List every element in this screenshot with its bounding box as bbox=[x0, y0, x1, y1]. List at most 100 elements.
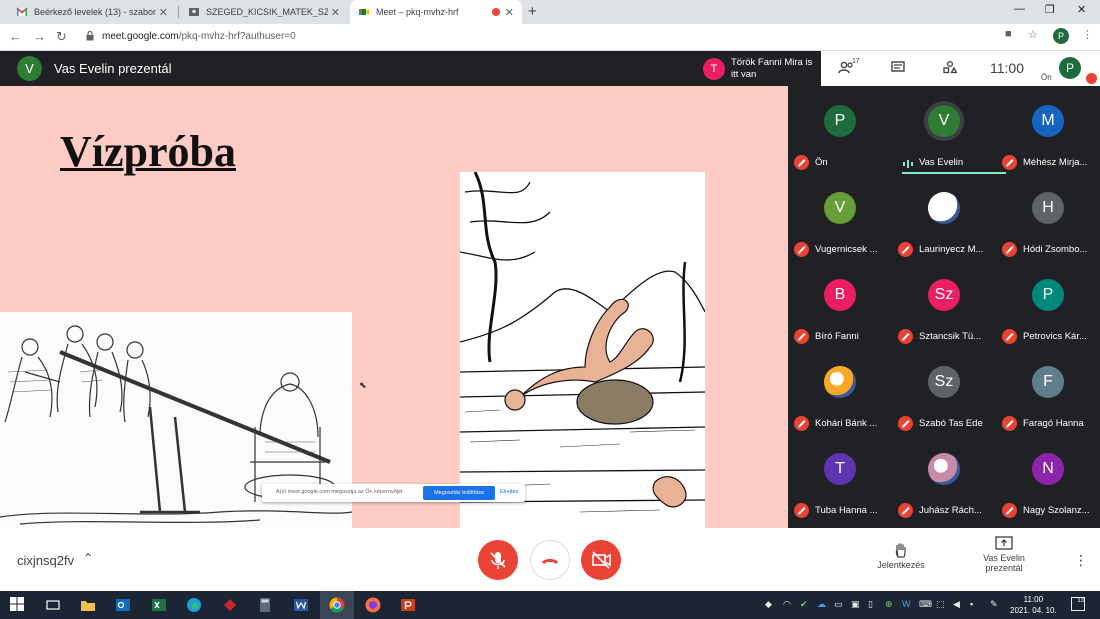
game-icon[interactable] bbox=[221, 596, 239, 614]
onedrive-tray-icon[interactable]: ☁ bbox=[817, 599, 826, 610]
edge-icon[interactable] bbox=[185, 596, 203, 614]
defender-tray-icon[interactable]: ✔ bbox=[800, 599, 808, 610]
word-tray-icon[interactable]: W bbox=[902, 599, 911, 609]
participant-tile[interactable]: H Hódi Zsombo... bbox=[996, 175, 1100, 262]
browser-profile-avatar[interactable]: P bbox=[1053, 28, 1069, 44]
present-now-button[interactable]: Vas Evelin prezentál bbox=[968, 536, 1040, 573]
raise-hand-label: Jelentkezés bbox=[877, 560, 925, 570]
chat-icon[interactable] bbox=[891, 61, 905, 74]
back-icon[interactable]: ← bbox=[9, 29, 22, 44]
address-bar[interactable]: meet.google.com/pkq-mvhz-hrf?authuser=0 bbox=[78, 27, 1100, 48]
share-notice-text: A(z) meet.google.com megosztja az Ön kép… bbox=[276, 489, 405, 495]
participant-tile[interactable]: Laurinyecz M... bbox=[892, 175, 996, 262]
mic-muted-icon bbox=[794, 416, 809, 431]
meeting-clock: 11:00 bbox=[990, 60, 1024, 76]
display-tray-icon[interactable]: ▭ bbox=[834, 599, 843, 610]
chrome-icon[interactable] bbox=[328, 596, 346, 614]
participant-tile[interactable]: M Méhész Mirja... bbox=[996, 88, 1100, 175]
bookmark-star-icon[interactable]: ☆ bbox=[1028, 28, 1038, 41]
hide-notice-button[interactable]: Elrejtés bbox=[500, 489, 518, 495]
tab-meet[interactable]: Meet – pkq-mvhz-hrf ✕ bbox=[350, 0, 522, 24]
update-tray-icon[interactable]: ⊕ bbox=[885, 599, 893, 610]
activities-icon[interactable] bbox=[943, 60, 957, 74]
camera-toggle-button[interactable] bbox=[581, 540, 621, 580]
participant-photo bbox=[928, 192, 960, 224]
participant-tile[interactable]: Juhász Rách... bbox=[892, 436, 996, 523]
self-view-avatar[interactable]: P bbox=[1059, 57, 1081, 79]
firefox-icon[interactable] bbox=[364, 596, 382, 614]
tab-gmail[interactable]: Beérkező levelek (13) - szabone... ✕ bbox=[8, 0, 176, 24]
raise-hand-button[interactable]: Jelentkezés bbox=[870, 542, 932, 570]
participant-name: Laurinyecz M... bbox=[919, 244, 984, 255]
participant-tile[interactable]: V Vas Evelin bbox=[892, 88, 1006, 175]
close-tab-icon[interactable]: ✕ bbox=[331, 6, 340, 19]
shared-screen: Vízpróba ⬉ A(z) meet.google.com megosztj… bbox=[0, 86, 788, 528]
word-icon[interactable] bbox=[292, 596, 310, 614]
pen-tray-icon[interactable]: ✎ bbox=[990, 599, 998, 610]
participant-tile[interactable]: Sz Szabó Tas Ede bbox=[892, 349, 996, 436]
participant-avatar: Sz bbox=[928, 279, 960, 311]
mic-muted-icon bbox=[1002, 155, 1017, 170]
task-view-icon[interactable] bbox=[44, 596, 62, 614]
notification-center-icon[interactable]: 13 bbox=[1071, 597, 1085, 611]
participant-photo bbox=[928, 453, 960, 485]
keyboard-tray-icon[interactable]: ⌨ bbox=[919, 599, 932, 610]
calculator-icon[interactable] bbox=[256, 596, 274, 614]
participant-tile[interactable]: T Tuba Hanna ... bbox=[788, 436, 892, 523]
window-close-icon[interactable]: ✕ bbox=[1077, 3, 1086, 16]
tab-separator bbox=[178, 6, 179, 18]
mic-muted-icon bbox=[1002, 416, 1017, 431]
swimming-test-illustration bbox=[460, 172, 705, 528]
close-tab-icon[interactable]: ✕ bbox=[505, 6, 514, 19]
screen-share-notice: A(z) meet.google.com megosztja az Ön kép… bbox=[262, 484, 525, 502]
screen: Beérkező levelek (13) - szabone... ✕ SZE… bbox=[0, 0, 1100, 619]
tab-classroom[interactable]: SZEGED_KICSIK_MATEK_SZ3_2021 ✕ bbox=[180, 0, 348, 24]
reload-icon[interactable]: ↻ bbox=[56, 29, 67, 45]
battery-tray-icon[interactable]: ▯ bbox=[868, 599, 873, 610]
outlook-icon[interactable] bbox=[114, 596, 132, 614]
more-options-icon[interactable]: ⋮ bbox=[1074, 552, 1088, 569]
meeting-code[interactable]: cixjnsq2fv bbox=[17, 553, 74, 568]
join-notification: T Török Fanni Mira is itt van bbox=[698, 52, 821, 86]
file-explorer-icon[interactable] bbox=[79, 596, 97, 614]
windows-start-icon[interactable] bbox=[10, 597, 24, 611]
participant-tile[interactable]: Kohári Bánk ... bbox=[788, 349, 892, 436]
powerpoint-icon[interactable] bbox=[399, 596, 417, 614]
participant-name: Sztancsik Tü... bbox=[919, 331, 982, 342]
microphone-toggle-button[interactable] bbox=[478, 540, 518, 580]
participant-tile[interactable]: P Ön bbox=[788, 88, 892, 175]
volume-tray-icon[interactable]: ◀ bbox=[953, 599, 960, 610]
participant-name: Hódi Zsombo... bbox=[1023, 244, 1088, 255]
participant-name: Tuba Hanna ... bbox=[815, 505, 878, 516]
browser-menu-icon[interactable]: ⋮ bbox=[1082, 28, 1093, 41]
forward-icon[interactable]: → bbox=[33, 29, 46, 44]
close-tab-icon[interactable]: ✕ bbox=[159, 6, 168, 19]
participant-avatar: V bbox=[824, 192, 856, 224]
browser-tab-strip: Beérkező levelek (13) - szabone... ✕ SZE… bbox=[0, 0, 1100, 24]
monitor-tray-icon[interactable]: ▣ bbox=[851, 599, 860, 610]
mic-muted-icon bbox=[1002, 503, 1017, 518]
mic-muted-icon bbox=[794, 329, 809, 344]
mic-muted-icon bbox=[794, 155, 809, 170]
leave-call-button[interactable] bbox=[530, 540, 570, 580]
camera-in-use-icon[interactable]: ■ bbox=[1005, 28, 1012, 40]
restore-icon[interactable]: ❐ bbox=[1045, 3, 1055, 16]
minimize-icon[interactable]: — bbox=[1014, 3, 1025, 15]
usb-tray-icon[interactable]: ⬚ bbox=[936, 599, 945, 610]
security-tray-icon[interactable]: ◆ bbox=[765, 599, 772, 610]
chevron-up-icon[interactable]: ⌃ bbox=[83, 551, 93, 565]
taskbar-clock[interactable]: 11:00 2021. 04. 10. bbox=[1010, 594, 1057, 616]
participant-tile[interactable]: V Vugernicsek ... bbox=[788, 175, 892, 262]
participant-tile[interactable]: P Petrovics Kár... bbox=[996, 262, 1100, 349]
raise-hand-icon bbox=[895, 543, 906, 558]
participant-tile[interactable]: N Nagy Szolanz... bbox=[996, 436, 1100, 523]
network-tray-icon[interactable]: ◠ bbox=[783, 599, 791, 610]
stop-sharing-button[interactable]: Megosztás leállítása bbox=[423, 486, 495, 500]
mic-muted-icon bbox=[898, 503, 913, 518]
participant-tile[interactable]: F Faragó Hanna bbox=[996, 349, 1100, 436]
excel-icon[interactable] bbox=[150, 596, 168, 614]
language-tray-icon[interactable]: ▪ bbox=[970, 599, 973, 609]
new-tab-icon[interactable]: + bbox=[528, 3, 537, 20]
participant-tile[interactable]: Sz Sztancsik Tü... bbox=[892, 262, 996, 349]
participant-tile[interactable]: B Bíró Fanni bbox=[788, 262, 892, 349]
